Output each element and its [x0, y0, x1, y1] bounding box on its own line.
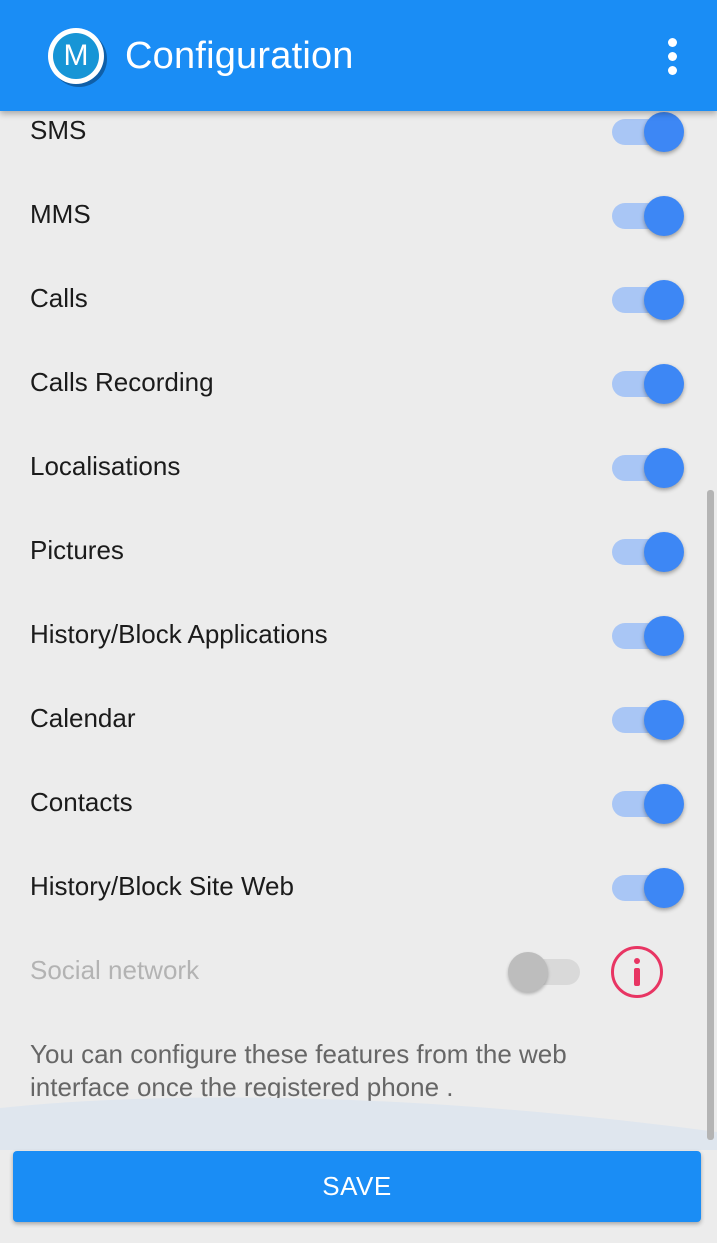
app-logo: M — [48, 28, 104, 84]
scrollbar[interactable] — [707, 490, 714, 1140]
calls-toggle[interactable] — [612, 280, 686, 320]
social-network-toggle[interactable] — [508, 952, 582, 992]
setting-label: History/Block Site Web — [30, 871, 294, 901]
setting-row-history-block-applications: History/Block Applications — [0, 592, 717, 676]
page-title: Configuration — [125, 35, 354, 77]
setting-label: Localisations — [30, 451, 181, 481]
save-button[interactable]: SAVE — [13, 1151, 701, 1222]
setting-label: History/Block Applications — [30, 619, 328, 649]
decorative-wave — [0, 1097, 717, 1150]
setting-row-history-block-site-web: History/Block Site Web — [0, 844, 717, 928]
setting-row-mms: MMS — [0, 172, 717, 256]
setting-label: Social network — [30, 955, 200, 985]
setting-row-calendar: Calendar — [0, 676, 717, 760]
setting-row-calls: Calls — [0, 256, 717, 340]
sms-toggle[interactable] — [612, 112, 686, 152]
settings-list: SMS MMS Calls Calls Recording Localisati… — [0, 88, 717, 1012]
setting-row-social-network: Social network — [0, 928, 717, 1012]
info-icon[interactable] — [611, 946, 663, 998]
localisations-toggle[interactable] — [612, 448, 686, 488]
setting-row-calls-recording: Calls Recording — [0, 340, 717, 424]
calendar-toggle[interactable] — [612, 700, 686, 740]
setting-row-pictures: Pictures — [0, 508, 717, 592]
setting-label: Calendar — [30, 703, 136, 733]
history-block-applications-toggle[interactable] — [612, 616, 686, 656]
setting-label: Calls — [30, 283, 88, 313]
configuration-screen: M Configuration SMS MMS Calls Calls Reco… — [0, 0, 717, 1243]
contacts-toggle[interactable] — [612, 784, 686, 824]
pictures-toggle[interactable] — [612, 532, 686, 572]
history-block-site-web-toggle[interactable] — [612, 868, 686, 908]
setting-label: Contacts — [30, 787, 133, 817]
setting-row-localisations: Localisations — [0, 424, 717, 508]
setting-label: Pictures — [30, 535, 124, 565]
app-logo-letter: M — [53, 33, 99, 79]
setting-label: Calls Recording — [30, 367, 214, 397]
mms-toggle[interactable] — [612, 196, 686, 236]
app-bar: M Configuration — [0, 0, 717, 111]
setting-label: MMS — [30, 199, 91, 229]
setting-row-contacts: Contacts — [0, 760, 717, 844]
calls-recording-toggle[interactable] — [612, 364, 686, 404]
more-vert-icon[interactable] — [652, 30, 694, 82]
